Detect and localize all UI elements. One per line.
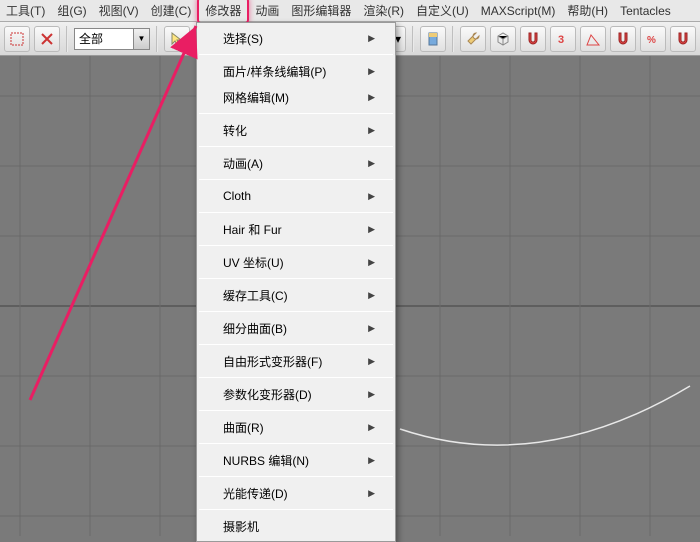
menu-修改器[interactable]: 修改器 xyxy=(197,0,249,24)
menu-item-label: 摄影机 xyxy=(223,518,259,535)
menu-separator xyxy=(199,278,393,279)
render-icon[interactable] xyxy=(420,26,446,52)
menu-自定义[interactable]: 自定义(U) xyxy=(410,0,475,22)
menu-item[interactable]: 缓存工具(C) ▶ xyxy=(197,282,395,308)
percent-snap-icon[interactable]: % xyxy=(640,26,666,52)
menu-动画[interactable]: 动画 xyxy=(249,0,285,22)
toolbar-link-icon[interactable] xyxy=(34,26,60,52)
menu-separator xyxy=(199,410,393,411)
menu-item-label: 面片/样条线编辑(P) xyxy=(223,63,326,80)
wrench-icon[interactable] xyxy=(460,26,486,52)
svg-text:%: % xyxy=(647,35,656,46)
menu-组[interactable]: 组(G) xyxy=(51,0,92,22)
submenu-arrow-icon: ▶ xyxy=(368,455,375,466)
menu-separator xyxy=(199,212,393,213)
menu-视图[interactable]: 视图(V) xyxy=(93,0,145,22)
menu-渲染[interactable]: 渲染(R) xyxy=(357,0,410,22)
submenu-arrow-icon: ▶ xyxy=(368,191,375,202)
menu-item-label: 自由形式变形器(F) xyxy=(223,353,322,370)
menubar: 工具(T)组(G)视图(V)创建(C)修改器动画图形编辑器渲染(R)自定义(U)… xyxy=(0,0,700,22)
menu-item-label: 缓存工具(C) xyxy=(223,287,288,304)
toolbar-select-icon[interactable] xyxy=(4,26,30,52)
submenu-arrow-icon: ▶ xyxy=(368,66,375,77)
menu-item[interactable]: 转化 ▶ xyxy=(197,117,395,143)
svg-text:3: 3 xyxy=(558,34,564,46)
submenu-arrow-icon: ▶ xyxy=(368,92,375,103)
menu-tentacles[interactable]: Tentacles xyxy=(614,1,677,21)
menu-item-label: Cloth xyxy=(223,189,251,203)
submenu-arrow-icon: ▶ xyxy=(368,389,375,400)
chevron-down-icon[interactable]: ▼ xyxy=(134,28,150,50)
menu-separator xyxy=(199,443,393,444)
menu-item[interactable]: NURBS 编辑(N) ▶ xyxy=(197,447,395,473)
menu-separator xyxy=(199,146,393,147)
snap-3-icon[interactable]: 3 xyxy=(550,26,576,52)
menu-separator xyxy=(199,179,393,180)
box-3d-icon[interactable] xyxy=(490,26,516,52)
submenu-arrow-icon: ▶ xyxy=(368,158,375,169)
menu-item[interactable]: 细分曲面(B) ▶ xyxy=(197,315,395,341)
menu-item[interactable]: 自由形式变形器(F) ▶ xyxy=(197,348,395,374)
menu-item-label: 光能传递(D) xyxy=(223,485,288,502)
menu-separator xyxy=(199,344,393,345)
submenu-arrow-icon: ▶ xyxy=(368,356,375,367)
toolbar-divider xyxy=(66,26,68,52)
menu-item[interactable]: UV 坐标(U) ▶ xyxy=(197,249,395,275)
menu-maxscript[interactable]: MAXScript(M) xyxy=(475,1,562,21)
menu-item[interactable]: Cloth ▶ xyxy=(197,183,395,209)
menu-item-label: 选择(S) xyxy=(223,30,263,47)
selection-filter-input[interactable] xyxy=(74,28,134,50)
menu-item-label: 网格编辑(M) xyxy=(223,89,289,106)
toolbar-divider xyxy=(452,26,454,52)
modifiers-menu-dropdown: 选择(S)▶面片/样条线编辑(P)▶网格编辑(M)▶转化▶动画(A)▶Cloth… xyxy=(196,22,396,542)
submenu-arrow-icon: ▶ xyxy=(368,125,375,136)
menu-工具[interactable]: 工具(T) xyxy=(0,0,51,22)
menu-item[interactable]: Hair 和 Fur ▶ xyxy=(197,216,395,242)
menu-item-label: Hair 和 Fur xyxy=(223,221,282,238)
menu-separator xyxy=(199,509,393,510)
menu-item[interactable]: 摄影机 xyxy=(197,513,395,539)
menu-item[interactable]: 网格编辑(M) ▶ xyxy=(197,84,395,110)
cursor-icon[interactable] xyxy=(164,26,190,52)
angle-snap-icon[interactable] xyxy=(580,26,606,52)
submenu-arrow-icon: ▶ xyxy=(368,422,375,433)
menu-item-label: UV 坐标(U) xyxy=(223,254,284,271)
menu-separator xyxy=(199,245,393,246)
menu-帮助[interactable]: 帮助(H) xyxy=(561,0,614,22)
menu-item-label: 转化 xyxy=(223,122,247,139)
submenu-arrow-icon: ▶ xyxy=(368,488,375,499)
menu-item-label: 动画(A) xyxy=(223,155,263,172)
magnet-icon[interactable] xyxy=(610,26,636,52)
toolbar-divider xyxy=(412,26,414,52)
menu-图形编辑器[interactable]: 图形编辑器 xyxy=(285,0,357,22)
menu-separator xyxy=(199,311,393,312)
menu-item[interactable]: 参数化变形器(D) ▶ xyxy=(197,381,395,407)
submenu-arrow-icon: ▶ xyxy=(368,290,375,301)
menu-separator xyxy=(199,113,393,114)
magnet-icon[interactable] xyxy=(670,26,696,52)
menu-item[interactable]: 光能传递(D) ▶ xyxy=(197,480,395,506)
submenu-arrow-icon: ▶ xyxy=(368,224,375,235)
menu-separator xyxy=(199,377,393,378)
menu-item-label: 细分曲面(B) xyxy=(223,320,287,337)
submenu-arrow-icon: ▶ xyxy=(368,323,375,334)
menu-item-label: NURBS 编辑(N) xyxy=(223,452,309,469)
menu-separator xyxy=(199,54,393,55)
menu-item[interactable]: 曲面(R) ▶ xyxy=(197,414,395,440)
spline-curve[interactable] xyxy=(400,386,690,445)
menu-创建[interactable]: 创建(C) xyxy=(145,0,198,22)
magnet-icon[interactable] xyxy=(520,26,546,52)
submenu-arrow-icon: ▶ xyxy=(368,257,375,268)
menu-item[interactable]: 面片/样条线编辑(P) ▶ xyxy=(197,58,395,84)
menu-item-label: 参数化变形器(D) xyxy=(223,386,312,403)
menu-item[interactable]: 选择(S) ▶ xyxy=(197,25,395,51)
menu-separator xyxy=(199,476,393,477)
toolbar-divider xyxy=(156,26,158,52)
menu-item-label: 曲面(R) xyxy=(223,419,264,436)
menu-item[interactable]: 动画(A) ▶ xyxy=(197,150,395,176)
submenu-arrow-icon: ▶ xyxy=(368,33,375,44)
selection-filter-combo[interactable]: ▼ xyxy=(74,27,150,51)
